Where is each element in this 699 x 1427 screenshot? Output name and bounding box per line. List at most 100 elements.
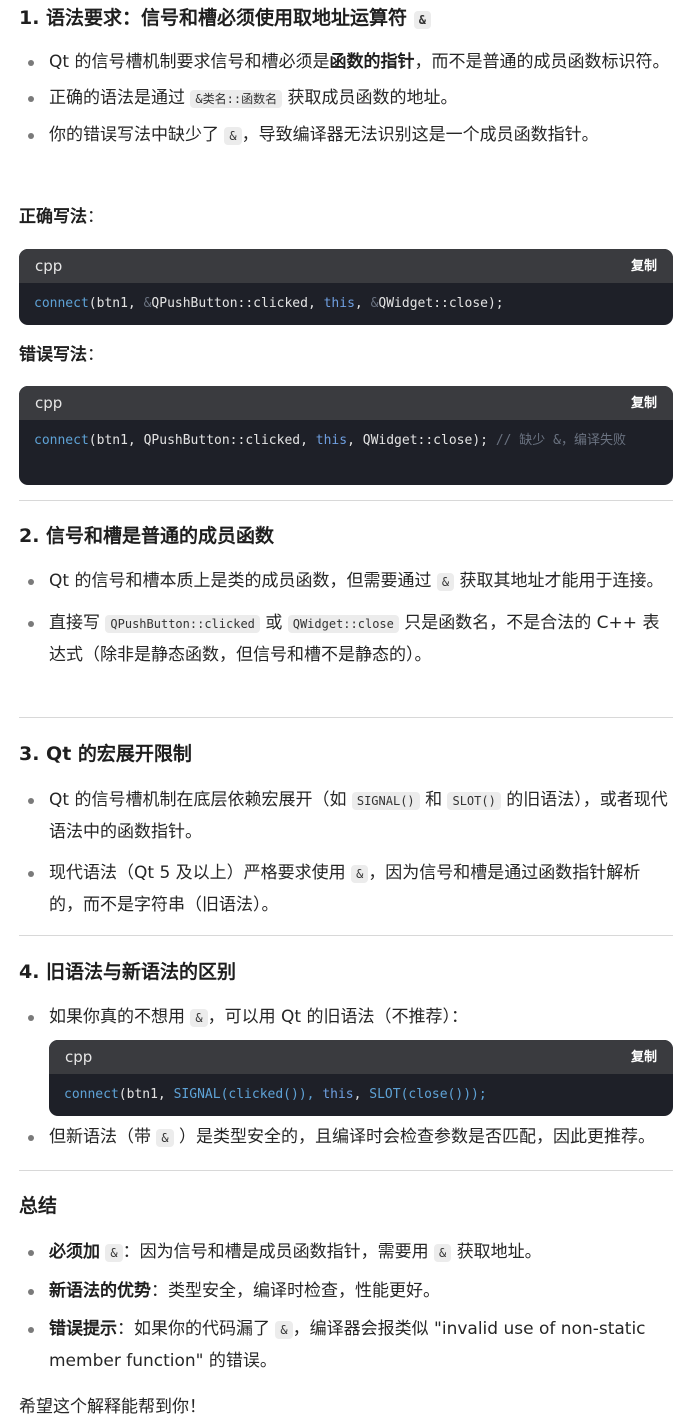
item-text: ）是类型安全的，且编译时会检查参数是否匹配，因此更推荐。 (179, 1127, 656, 1147)
item-bold: 错误提示 (49, 1319, 117, 1339)
item-text: Qt 的信号槽机制要求信号和槽必须是 (49, 52, 330, 72)
section-4-list-a: 如果你真的不想用 & ，可以用 Qt 的旧语法（不推荐）： (0, 1002, 680, 1034)
copy-button[interactable]: 复制 (631, 251, 657, 282)
code-header: cpp 复制 (19, 386, 673, 420)
code-token: (btn1, QPushButton::clicked, (88, 433, 316, 448)
code-block-wrong: cpp 复制 connect(btn1, QPushButton::clicke… (19, 386, 673, 485)
code-token: connect (34, 433, 89, 448)
list-item: 直接写 QPushButton::clicked 或 QWidget::clos… (0, 608, 670, 671)
list-item: 现代语法（Qt 5 及以上）严格要求使用 & ，因为信号和槽是通过函数指针解析的，… (0, 858, 670, 921)
inline-code: SLOT() (447, 792, 501, 810)
list-item: Qt 的信号槽机制在底层依赖宏展开（如 SIGNAL() 和 SLOT() 的旧… (0, 785, 670, 848)
code-header: cpp 复制 (19, 249, 673, 283)
list-item: 如果你真的不想用 & ，可以用 Qt 的旧语法（不推荐）： (0, 1002, 670, 1034)
section-1-heading-text: 1. 语法要求：信号和槽必须使用取地址运算符 (19, 7, 408, 29)
list-item: 你的错误写法中缺少了 & ，导致编译器无法识别这是一个成员函数指针。 (0, 120, 670, 152)
item-text: 但新语法（带 (49, 1127, 151, 1147)
code-content: connect(btn1, SIGNAL(clicked()), this, S… (49, 1074, 673, 1116)
inline-code: SIGNAL() (351, 792, 420, 810)
summary-heading: 总结 (19, 1195, 58, 1217)
item-text: 正确的语法是通过 (49, 88, 185, 108)
list-item: 但新语法（带 & ）是类型安全的，且编译时会检查参数是否匹配，因此更推荐。 (0, 1122, 670, 1154)
code-token: , (353, 1087, 370, 1102)
inline-code: & (156, 1129, 174, 1147)
inline-code: & (190, 1009, 208, 1027)
code-token: this (323, 296, 355, 311)
section-1-heading-code: & (413, 11, 431, 29)
inline-code: QPushButton::clicked (105, 615, 260, 633)
code-comment: // 缺少 &，编译失败 (495, 433, 626, 448)
list-item: 错误提示：如果你的代码漏了 & ，编译器会报类似 "invalid use of … (0, 1314, 670, 1377)
code-content: connect(btn1, QPushButton::clicked, this… (19, 420, 673, 462)
code-block-old-syntax: cpp 复制 connect(btn1, SIGNAL(clicked()), … (49, 1040, 673, 1116)
item-text: ，而不是普通的成员函数标识符。 (414, 52, 670, 72)
item-text: ：类型安全，编译时检查，性能更好。 (151, 1281, 440, 1301)
divider (19, 500, 673, 501)
item-text: Qt 的信号和槽本质上是类的成员函数，但需要通过 (49, 571, 432, 591)
inline-code: & (275, 1321, 293, 1339)
copy-button[interactable]: 复制 (631, 1042, 657, 1073)
divider (19, 717, 673, 718)
item-text: 或 (265, 613, 283, 633)
item-bold: 函数的指针 (329, 52, 415, 72)
section-2-list: Qt 的信号和槽本质上是类的成员函数，但需要通过 & 获取其地址才能用于连接。 … (0, 566, 680, 671)
inline-code: QWidget::close (287, 615, 399, 633)
correct-label-text: 正确写法 (19, 207, 87, 227)
list-item: Qt 的信号槽机制要求信号和槽必须是函数的指针，而不是普通的成员函数标识符。 (0, 47, 670, 78)
item-text: ：因为信号和槽是成员函数指针，需要用 (122, 1242, 429, 1262)
item-text: Qt 的信号槽机制在底层依赖宏展开（如 (49, 790, 347, 810)
item-text: 如果你真的不想用 (49, 1007, 185, 1027)
code-language-label: cpp (35, 393, 63, 412)
item-text: 获取其地址才能用于连接。 (459, 571, 664, 591)
wrong-label: 错误写法： (19, 340, 104, 371)
wrong-label-text: 错误写法 (19, 345, 87, 365)
section-1-heading: 1. 语法要求：信号和槽必须使用取地址运算符 & (19, 4, 431, 34)
item-text: ：如果你的代码漏了 (117, 1319, 270, 1339)
code-token: (btn1, (118, 1087, 174, 1102)
list-item: Qt 的信号和槽本质上是类的成员函数，但需要通过 & 获取其地址才能用于连接。 (0, 566, 670, 598)
list-item: 正确的语法是通过 &类名::函数名 获取成员函数的地址。 (0, 83, 670, 115)
item-bold: 必须加 (49, 1242, 100, 1262)
code-token: this (315, 433, 348, 448)
item-text: 现代语法（Qt 5 及以上）严格要求使用 (49, 863, 346, 883)
item-text: ，导致编译器无法识别这是一个成员函数指针。 (241, 125, 599, 145)
section-1-list: Qt 的信号槽机制要求信号和槽必须是函数的指针，而不是普通的成员函数标识符。 正… (0, 47, 680, 152)
code-token: SLOT (369, 1087, 401, 1102)
item-text: 获取地址。 (456, 1242, 542, 1262)
code-token: this (322, 1087, 354, 1102)
item-bold: 新语法的优势 (49, 1281, 151, 1301)
section-3-heading: 3. Qt 的宏展开限制 (19, 743, 192, 765)
item-text: 和 (425, 790, 443, 810)
code-token: connect (64, 1087, 119, 1102)
divider (19, 935, 673, 936)
section-2-heading: 2. 信号和槽是普通的成员函数 (19, 525, 275, 547)
list-item: 新语法的优势：类型安全，编译时检查，性能更好。 (0, 1276, 670, 1307)
code-token: , QWidget::close); (347, 433, 496, 448)
code-token: (clicked()), (220, 1087, 323, 1102)
inline-code: & (224, 127, 242, 145)
inline-code: & (434, 1244, 452, 1262)
code-language-label: cpp (65, 1047, 93, 1066)
summary-list: 必须加 & ：因为信号和槽是成员函数指针，需要用 & 获取地址。 新语法的优势：类… (0, 1237, 680, 1377)
code-language-label: cpp (35, 256, 63, 275)
inline-code: & (436, 573, 455, 591)
copy-button[interactable]: 复制 (631, 388, 657, 419)
item-text: ，可以用 Qt 的旧语法（不推荐）： (207, 1007, 468, 1027)
section-4-list-b: 但新语法（带 & ）是类型安全的，且编译时会检查参数是否匹配，因此更推荐。 (0, 1122, 680, 1154)
code-content: connect(btn1, &QPushButton::clicked, thi… (19, 283, 673, 325)
answer-content: 1. 语法要求：信号和槽必须使用取地址运算符 & Qt 的信号槽机制要求信号和槽… (0, 0, 699, 1427)
section-4-heading: 4. 旧语法与新语法的区别 (19, 961, 237, 983)
item-text: 直接写 (49, 613, 100, 633)
code-header: cpp 复制 (49, 1040, 673, 1074)
inline-code: &类名::函数名 (190, 90, 283, 108)
label-colon: ： (87, 345, 104, 365)
code-token: (close())); (400, 1087, 487, 1102)
inline-code: & (351, 865, 369, 883)
list-item: 必须加 & ：因为信号和槽是成员函数指针，需要用 & 获取地址。 (0, 1237, 670, 1269)
inline-code: & (105, 1244, 123, 1262)
item-text: 获取成员函数的地址。 (287, 88, 458, 108)
divider (19, 1170, 673, 1171)
code-token: QPushButton::clicked, (151, 296, 324, 311)
code-token: , (354, 296, 371, 311)
code-token: SIGNAL (173, 1087, 221, 1102)
